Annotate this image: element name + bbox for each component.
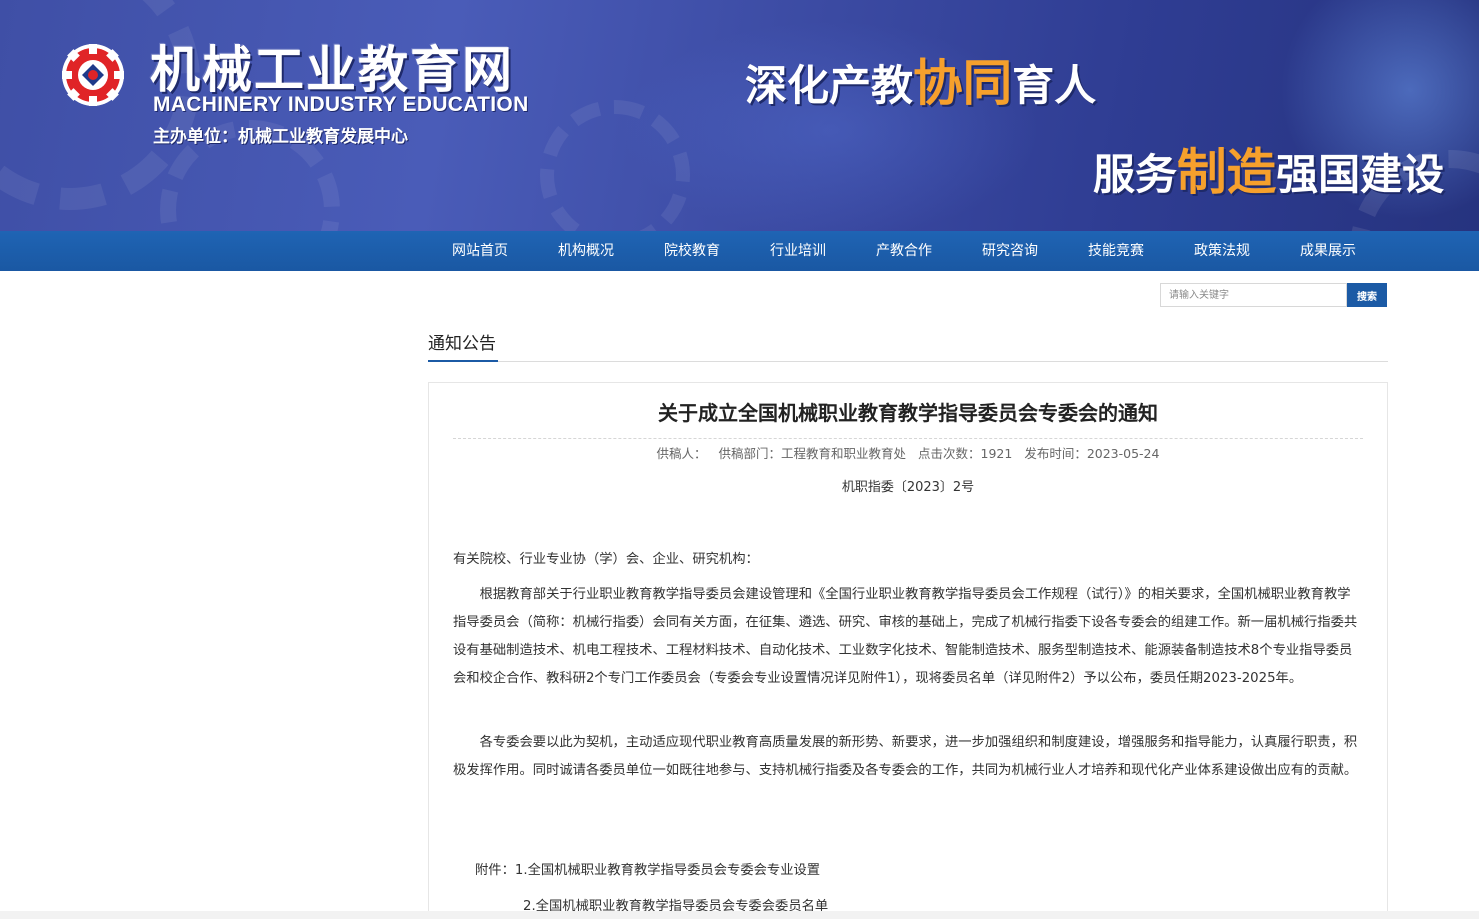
site-subtitle: MACHINERY INDUSTRY EDUCATION: [153, 93, 529, 116]
slogan-highlight: 制造: [1177, 143, 1277, 201]
nav-item-about[interactable]: 机构概况: [533, 231, 639, 271]
header-banner: 机械工业教育网 MACHINERY INDUSTRY EDUCATION 主办单…: [0, 0, 1479, 231]
nav-list: 网站首页 机构概况 院校教育 行业培训 产教合作 研究咨询 技能竞赛 政策法规 …: [427, 231, 1381, 271]
meta-published: 发布时间：2023-05-24: [1024, 446, 1160, 461]
article-title: 关于成立全国机械职业教育教学指导委员会专委会的通知: [658, 401, 1158, 425]
slogan-line-1: 深化产教协同育人: [745, 44, 1096, 115]
slogan-text: 强国建设: [1276, 150, 1445, 199]
nav-item-home[interactable]: 网站首页: [427, 231, 533, 271]
document-number: 机职指委〔2023〕2号: [841, 480, 975, 495]
slogan-line-2: 服务制造强国建设: [1093, 133, 1444, 204]
bottom-scroll-strip: [0, 911, 1479, 919]
nav-item-industry-training[interactable]: 行业培训: [745, 231, 851, 271]
site-logo-icon[interactable]: [60, 42, 126, 108]
host-unit: 主办单位：机械工业教育发展中心: [153, 127, 408, 147]
nav-item-skills-competition[interactable]: 技能竞赛: [1063, 231, 1169, 271]
article-meta: 供稿人： 供稿部门：工程教育和职业教育处 点击次数：1921 发布时间：2023…: [453, 444, 1363, 464]
section-header: 通知公告: [428, 330, 1388, 362]
slogan-text: 服务: [1093, 150, 1178, 199]
nav-item-college-education[interactable]: 院校教育: [639, 231, 745, 271]
article-paragraph: 根据教育部关于行业职业教育教学指导委员会建设管理和《全国行业职业教育教学指导委员…: [453, 587, 1358, 686]
slogan-highlight: 协同: [913, 54, 1013, 112]
search-button[interactable]: 搜索: [1347, 283, 1387, 307]
meta-department: 供稿部门：工程教育和职业教育处: [718, 446, 907, 461]
meta-views: 点击次数：1921: [918, 446, 1013, 461]
search-input[interactable]: [1160, 283, 1347, 307]
attachment-link-1[interactable]: 附件：1.全国机械职业教育教学指导委员会专委会专业设置: [453, 857, 1363, 885]
nav-item-achievements[interactable]: 成果展示: [1275, 231, 1381, 271]
section-title[interactable]: 通知公告: [428, 330, 498, 362]
meta-author: 供稿人：: [656, 446, 707, 461]
article-card: 关于成立全国机械职业教育教学指导委员会专委会的通知 供稿人： 供稿部门：工程教育…: [428, 382, 1388, 919]
article-salutation: 有关院校、行业专业协（学）会、企业、研究机构：: [453, 552, 759, 567]
site-title[interactable]: 机械工业教育网: [150, 30, 514, 102]
main-nav: 网站首页 机构概况 院校教育 行业培训 产教合作 研究咨询 技能竞赛 政策法规 …: [0, 231, 1479, 271]
slogan-text: 育人: [1012, 61, 1097, 110]
nav-item-research[interactable]: 研究咨询: [957, 231, 1063, 271]
nav-item-policies[interactable]: 政策法规: [1169, 231, 1275, 271]
article-paragraph: 各专委会要以此为契机，主动适应现代职业教育高质量发展的新形势、新要求，进一步加强…: [453, 735, 1358, 778]
title-divider: [453, 438, 1363, 439]
slogan-text: 深化产教: [745, 61, 914, 110]
nav-item-industry-education[interactable]: 产教合作: [851, 231, 957, 271]
